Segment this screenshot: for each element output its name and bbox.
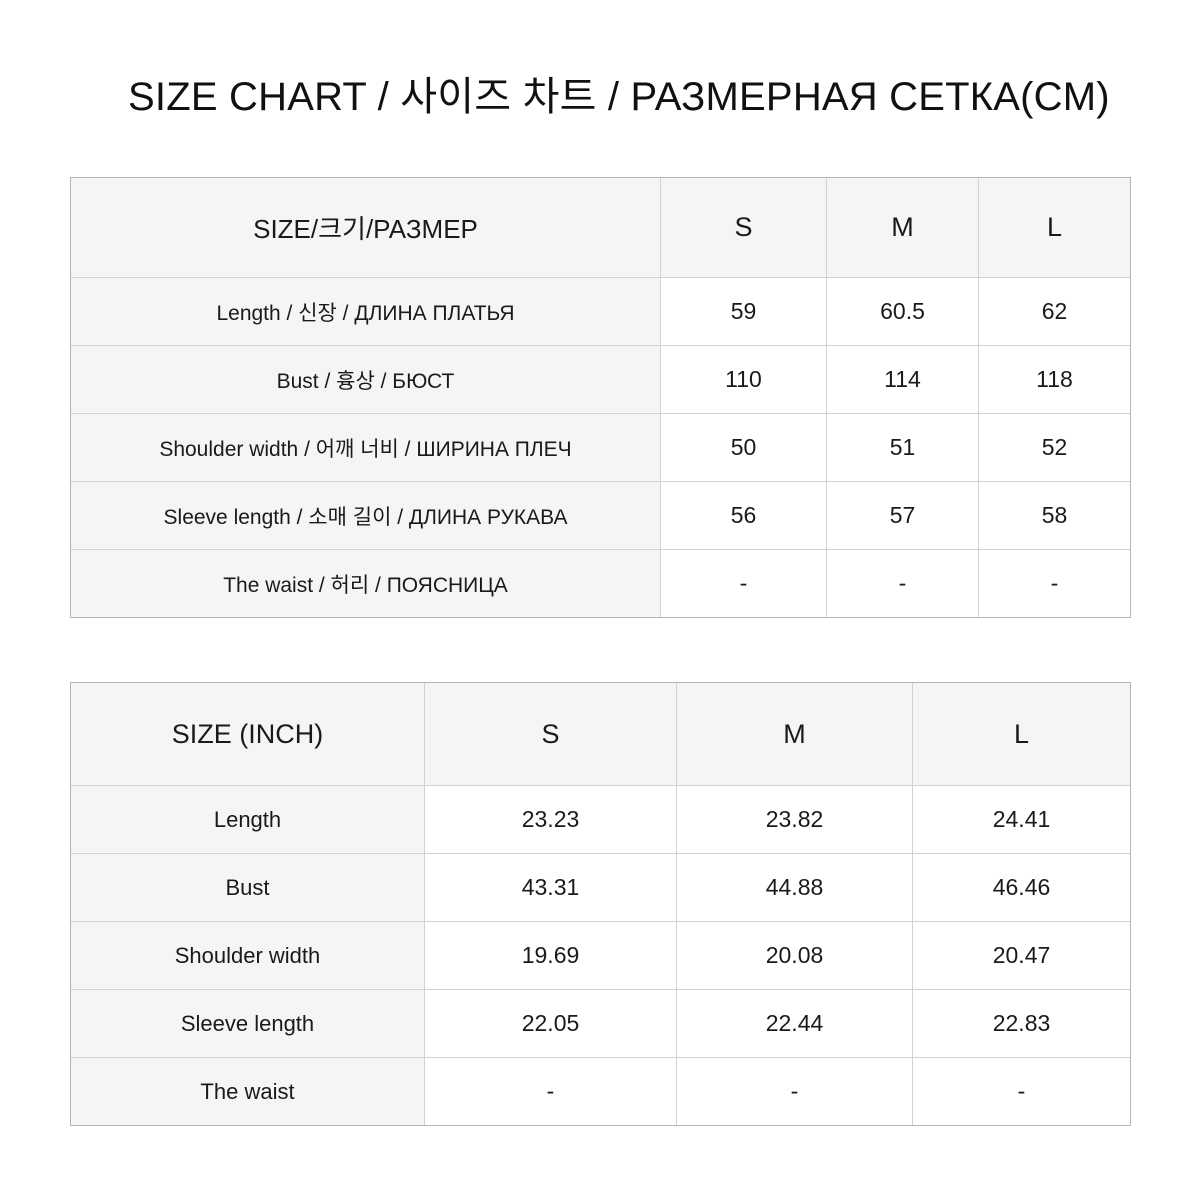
cell-the-waist-l: - [912, 1057, 1131, 1126]
cell-shoulder-width-l: 52 [978, 413, 1131, 482]
cell-length-l: 24.41 [912, 785, 1131, 854]
cell-length-s: 59 [660, 277, 827, 346]
table-row: Bust 43.31 44.88 46.46 [70, 853, 1131, 922]
cell-bust-l: 46.46 [912, 853, 1131, 922]
cell-the-waist-m: - [826, 549, 979, 618]
size-table-cm: SIZE/크기/РАЗМЕР S M L Length / 신장 / ДЛИНА… [70, 177, 1131, 618]
cell-shoulder-width-s: 19.69 [424, 921, 677, 990]
row-label-bust: Bust / 흉상 / БЮСТ [70, 345, 661, 414]
table-row: Length / 신장 / ДЛИНА ПЛАТЬЯ 59 60.5 62 [70, 277, 1131, 346]
column-header-s: S [660, 177, 827, 278]
table-row: The waist / 허리 / ПОЯСНИЦА - - - [70, 549, 1131, 618]
table-header-row: SIZE (INCH) S M L [70, 682, 1131, 786]
row-label-sleeve-length: Sleeve length [70, 989, 425, 1058]
cell-the-waist-m: - [676, 1057, 913, 1126]
table-row: Shoulder width 19.69 20.08 20.47 [70, 921, 1131, 990]
cell-the-waist-s: - [660, 549, 827, 618]
cell-sleeve-length-s: 56 [660, 481, 827, 550]
row-label-bust: Bust [70, 853, 425, 922]
cell-the-waist-s: - [424, 1057, 677, 1126]
cell-length-m: 23.82 [676, 785, 913, 854]
table-row: Sleeve length / 소매 길이 / ДЛИНА РУКАВА 56 … [70, 481, 1131, 550]
row-label-the-waist: The waist [70, 1057, 425, 1126]
column-header-m: M [676, 682, 913, 786]
cell-bust-l: 118 [978, 345, 1131, 414]
cell-shoulder-width-l: 20.47 [912, 921, 1131, 990]
cell-length-s: 23.23 [424, 785, 677, 854]
cell-sleeve-length-l: 22.83 [912, 989, 1131, 1058]
row-label-length: Length [70, 785, 425, 854]
table-row: Shoulder width / 어깨 너비 / ШИРИНА ПЛЕЧ 50 … [70, 413, 1131, 482]
column-header-l: L [912, 682, 1131, 786]
cell-the-waist-l: - [978, 549, 1131, 618]
table-row: The waist - - - [70, 1057, 1131, 1126]
cell-shoulder-width-m: 51 [826, 413, 979, 482]
table-row: Sleeve length 22.05 22.44 22.83 [70, 989, 1131, 1058]
size-table-inch: SIZE (INCH) S M L Length 23.23 23.82 24.… [70, 682, 1131, 1126]
column-header-m: M [826, 177, 979, 278]
cell-sleeve-length-l: 58 [978, 481, 1131, 550]
cell-bust-s: 43.31 [424, 853, 677, 922]
cell-bust-m: 114 [826, 345, 979, 414]
table-row: Bust / 흉상 / БЮСТ 110 114 118 [70, 345, 1131, 414]
cell-bust-m: 44.88 [676, 853, 913, 922]
cell-length-l: 62 [978, 277, 1131, 346]
row-label-length: Length / 신장 / ДЛИНА ПЛАТЬЯ [70, 277, 661, 346]
cell-sleeve-length-m: 57 [826, 481, 979, 550]
column-header-size-inch: SIZE (INCH) [70, 682, 425, 786]
cell-shoulder-width-m: 20.08 [676, 921, 913, 990]
row-label-sleeve-length: Sleeve length / 소매 길이 / ДЛИНА РУКАВА [70, 481, 661, 550]
row-label-the-waist: The waist / 허리 / ПОЯСНИЦА [70, 549, 661, 618]
row-label-shoulder-width: Shoulder width / 어깨 너비 / ШИРИНА ПЛЕЧ [70, 413, 661, 482]
cell-length-m: 60.5 [826, 277, 979, 346]
cell-bust-s: 110 [660, 345, 827, 414]
table-row: Length 23.23 23.82 24.41 [70, 785, 1131, 854]
cell-sleeve-length-s: 22.05 [424, 989, 677, 1058]
column-header-s: S [424, 682, 677, 786]
table-header-row: SIZE/크기/РАЗМЕР S M L [70, 177, 1131, 278]
cell-shoulder-width-s: 50 [660, 413, 827, 482]
cell-sleeve-length-m: 22.44 [676, 989, 913, 1058]
column-header-size-label: SIZE/크기/РАЗМЕР [70, 177, 661, 278]
column-header-l: L [978, 177, 1131, 278]
row-label-shoulder-width: Shoulder width [70, 921, 425, 990]
size-chart-page: SIZE CHART / 사이즈 차트 / РАЗМЕРНАЯ СЕТКА(CM… [0, 0, 1200, 1200]
page-title: SIZE CHART / 사이즈 차트 / РАЗМЕРНАЯ СЕТКА(CM… [128, 75, 1110, 119]
